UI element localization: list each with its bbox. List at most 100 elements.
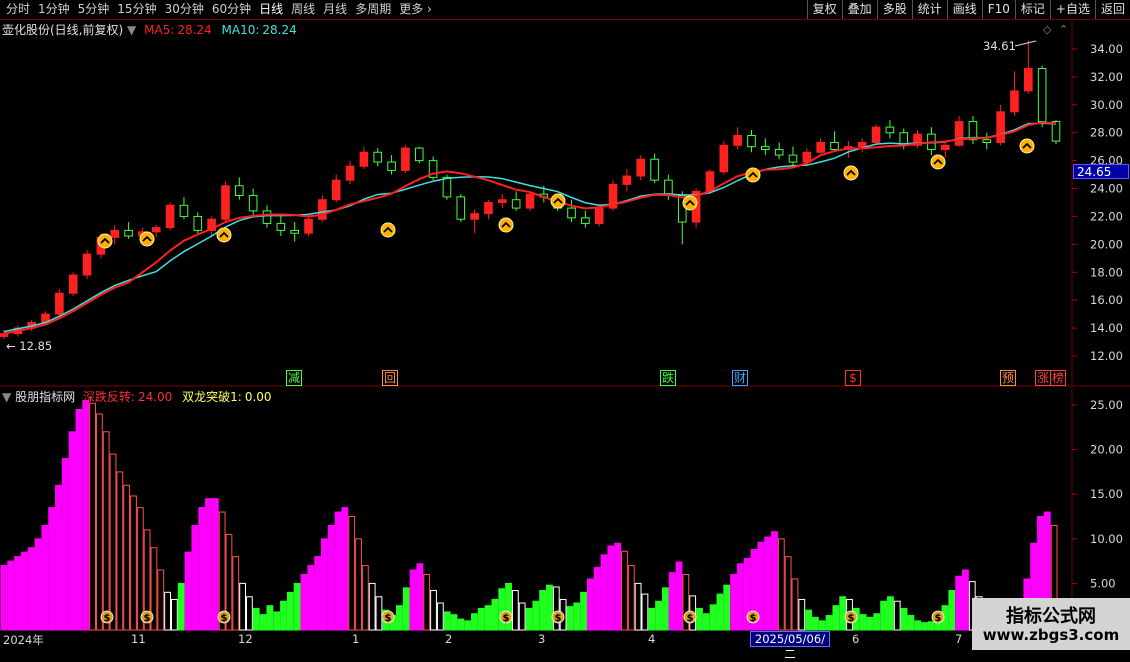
candle-body-34 [470,213,479,220]
indicator-bar-133 [907,615,915,631]
candle-body-55 [761,146,770,150]
indicator-tick-label-3: 10.00 [1090,532,1123,546]
candle-body-17 [235,185,244,197]
time-axis-label-3: 1 [352,632,360,646]
candle-body-11 [151,227,161,233]
candle-body-63 [871,126,881,143]
indicator-bar-136 [927,621,935,631]
indicator-bar-96 [655,600,662,631]
candle-body-38 [525,193,535,209]
indicator-bar-95 [648,607,656,631]
indicator-bar-20 [136,507,144,631]
indicator-bar-19 [130,495,137,631]
indicator-bar-51 [348,516,356,631]
low-price-label: ← 12.85 [6,339,52,353]
event-marker-0[interactable]: 减 [286,370,302,386]
indicator-bar-83 [566,606,574,631]
collapse-icon-2[interactable]: ▼ [2,390,11,404]
indicator-bar-38 [259,614,267,631]
indicator-bar-108 [736,563,744,631]
indicator-bar-114 [777,538,785,631]
candle-body-5 [68,274,78,294]
indicator-bar-132 [900,607,908,631]
indicator-bar-128 [873,613,881,631]
indicator-bar-15 [102,431,110,631]
indicator-bar-106 [723,584,731,631]
candle-body-14 [193,215,203,231]
price-tick-label-8: 18.00 [1090,265,1123,279]
time-axis-label-1: 11 [131,632,146,646]
indicator-bar-75 [511,590,519,631]
indicator-bar-59 [402,587,410,631]
indicator-bar-116 [791,578,799,631]
price-tick-label-9: 16.00 [1090,293,1123,307]
current-price-tag: 24.65 [1073,164,1129,179]
indicator-bar-17 [116,471,124,631]
indicator-bar-102 [696,607,703,631]
indicator-bar-66 [450,614,458,631]
indicator-bar-8 [55,484,62,631]
candle-body-23 [318,199,327,220]
indicator-name[interactable]: 股朋指标网 [15,390,75,404]
event-marker-3[interactable]: 财 [732,370,748,386]
indicator-bar-28 [191,524,199,631]
indicator-bar-85 [580,591,587,631]
indicator-bar-58 [396,605,403,631]
indicator-bar-86 [586,578,594,631]
indicator-bar-43 [293,582,301,631]
candle-body-18 [248,195,258,212]
indicator-bar-50 [341,507,349,631]
indicator-bar-53 [361,565,369,631]
candle-body-37 [511,199,521,209]
indicator-bar-47 [321,538,328,631]
indicator-line1-label: 深跌反转: [82,390,135,404]
candle-body-20 [276,222,286,231]
svg-text:$: $ [221,613,228,624]
signal-arrow-icon-1 [139,231,155,247]
time-axis-label-0: 2024年 [3,633,44,647]
event-marker-5[interactable]: 预 [1000,370,1016,386]
indicator-bar-25 [170,598,178,631]
indicator-bar-52 [355,538,362,631]
candle-body-32 [442,176,452,198]
indicator-bar-49 [334,511,342,631]
indicator-bar-79 [539,590,547,631]
candle-body-21 [290,229,299,234]
indicator-bar-39 [266,605,274,631]
indicator-bar-117 [798,598,806,631]
event-marker-1[interactable]: 回 [382,370,398,386]
indicator-bar-71 [484,605,492,631]
candle-body-9 [124,229,133,237]
indicator-tick-label-2: 15.00 [1090,487,1123,501]
signal-arrow-icon-6 [682,195,698,211]
indicator-bar-126 [859,614,867,631]
event-marker-7[interactable]: 榜 [1050,370,1066,386]
indicator-bar-120 [818,620,826,631]
candle-body-4 [55,292,64,315]
indicator-bar-60 [409,569,417,631]
svg-text:$: $ [935,613,942,624]
signal-arrow-icon-0 [97,233,113,249]
candle-body-12 [165,204,175,229]
diamond-icon: ◇ [1043,23,1052,36]
time-axis-label-5: 3 [538,632,546,646]
indicator-bar-139 [948,590,956,631]
indicator-bar-118 [805,609,813,631]
indicator-bar-35 [239,582,246,631]
event-marker-4[interactable]: $ [845,370,861,386]
event-marker-2[interactable]: 跌 [660,370,676,386]
svg-text:$: $ [848,613,855,624]
price-chart[interactable]: 34.0032.0030.0028.0026.0024.0022.0020.00… [0,0,1130,650]
candle-body-74 [1024,68,1033,92]
indicator-bar-36 [245,596,253,631]
event-marker-6[interactable]: 涨 [1035,370,1051,386]
candle-body-35 [484,202,493,215]
indicator-bar-122 [832,605,840,631]
signal-arrow-icon-10 [1019,138,1035,154]
indicator-bar-64 [436,602,444,631]
indicator-bar-1 [7,560,15,631]
candle-body-29 [401,147,410,171]
indicator-bar-84 [573,602,581,631]
indicator-tick-label-4: 5.00 [1090,576,1116,590]
candle-body-51 [705,171,715,192]
